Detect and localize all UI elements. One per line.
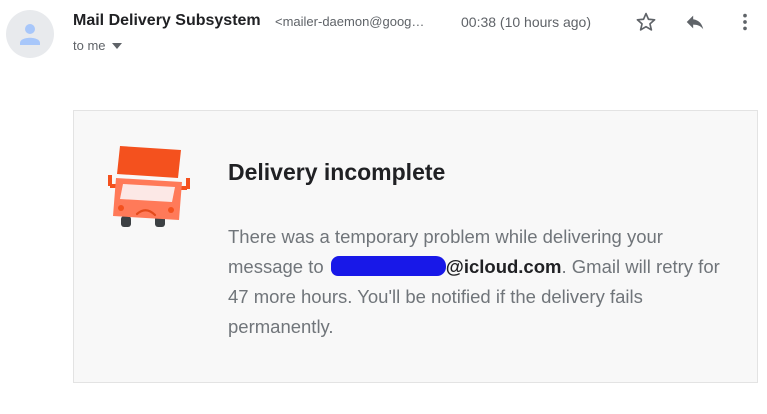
notice-message: There was a temporary problem while deli… bbox=[228, 222, 738, 342]
redacted-recipient bbox=[330, 256, 446, 276]
more-vert-icon bbox=[743, 13, 747, 31]
recipient-label: to me bbox=[73, 38, 106, 53]
sender-name[interactable]: Mail Delivery Subsystem bbox=[73, 12, 261, 30]
chevron-down-icon bbox=[111, 42, 122, 49]
more-options-button[interactable] bbox=[733, 10, 757, 34]
delivery-notice-card: Delivery incomplete There was a temporar… bbox=[73, 110, 758, 383]
reply-button[interactable] bbox=[683, 10, 707, 34]
reply-icon bbox=[686, 15, 704, 30]
recipient-details-toggle[interactable]: to me bbox=[73, 38, 122, 53]
notice-title: Delivery incomplete bbox=[228, 159, 446, 185]
email-timestamp: 00:38 (10 hours ago) bbox=[461, 14, 591, 30]
person-icon bbox=[20, 24, 40, 45]
sad-truck-icon bbox=[108, 146, 190, 227]
sender-email: <mailer-daemon@goog… bbox=[275, 14, 425, 29]
star-icon bbox=[636, 12, 656, 31]
sender-avatar[interactable] bbox=[6, 10, 54, 58]
star-button[interactable] bbox=[634, 10, 658, 34]
recipient-domain: @icloud.com bbox=[445, 256, 562, 277]
